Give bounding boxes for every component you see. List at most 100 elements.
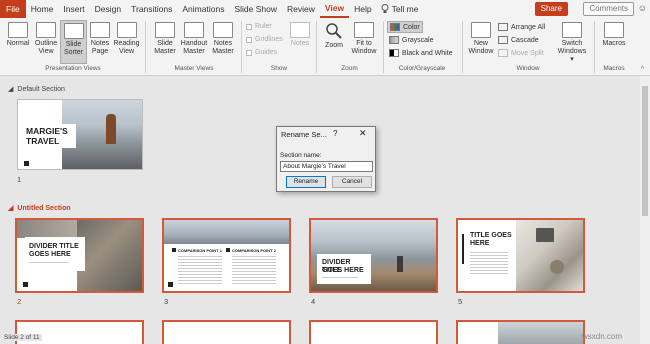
black-and-white-button[interactable]: Black and White — [389, 49, 453, 57]
fit-to-window-button[interactable]: Fit to Window — [349, 22, 379, 62]
slide-title-line-2: GOES HERE — [322, 267, 364, 274]
feedback-smiley-icon[interactable]: ☺ — [638, 3, 647, 13]
tab-transitions[interactable]: Transitions — [126, 0, 177, 18]
slide-thumbnail-4[interactable]: DIVIDER TITLE GOES HERE — [309, 218, 438, 293]
ribbon-separator — [594, 21, 595, 73]
normal-view-button[interactable]: Normal — [4, 22, 32, 62]
slide-logo — [24, 161, 29, 166]
color-button[interactable]: Color — [387, 21, 423, 33]
cascade-button[interactable]: Cascade — [498, 36, 539, 44]
comments-button[interactable]: Comments — [583, 2, 634, 16]
slide-thumbnail-2[interactable]: DIVIDER TITLE GOES HERE — [15, 218, 144, 293]
grayscale-button[interactable]: Grayscale — [389, 36, 434, 44]
ribbon-separator — [241, 21, 242, 73]
checkbox-icon — [246, 23, 252, 30]
slide-thumbnail-3[interactable]: COMPARISON POINT 1 COMPARISON POINT 2 — [162, 218, 291, 293]
slide-thumbnail-8[interactable] — [309, 320, 438, 344]
normal-view-icon — [8, 22, 28, 38]
share-label: Share — [540, 4, 562, 13]
sorter-label-1: Slide — [65, 41, 82, 48]
section-header-default[interactable]: ◢ Default Section — [8, 85, 65, 94]
tab-insert[interactable]: Insert — [58, 0, 89, 18]
slide-photo-person — [397, 256, 403, 272]
notes-page-label-1: Notes — [90, 40, 110, 47]
tab-animations[interactable]: Animations — [177, 0, 229, 18]
tab-slide-show[interactable]: Slide Show — [229, 0, 282, 18]
slide-sorter-button[interactable]: Slide Sorter — [60, 20, 87, 64]
move-split-button[interactable]: Move Split — [498, 49, 544, 57]
ribbon-separator — [316, 21, 317, 73]
tab-design[interactable]: Design — [90, 0, 126, 18]
slide-thumbnail-7[interactable] — [162, 320, 291, 344]
outline-view-icon — [36, 22, 56, 38]
group-zoom: Zoom — [341, 65, 358, 72]
section-name-input[interactable] — [280, 161, 373, 172]
section-name-untitled: Untitled Section — [17, 204, 71, 212]
arrange-all-button[interactable]: Arrange All — [498, 23, 545, 31]
fit-label-1: Fit to — [356, 40, 372, 47]
arrange-all-icon — [498, 23, 508, 31]
group-color-grayscale: Color/Grayscale — [398, 65, 446, 72]
watermark: wsxdn.com — [582, 332, 623, 341]
group-window: Window — [516, 65, 540, 72]
slide-number: 3 — [164, 297, 169, 306]
tab-home[interactable]: Home — [26, 0, 59, 18]
guides-label: Guides — [255, 49, 278, 56]
share-button[interactable]: Share — [534, 2, 568, 16]
tab-help[interactable]: Help — [349, 0, 376, 18]
macros-icon — [604, 22, 624, 38]
grayscale-icon — [389, 36, 399, 44]
switch-windows-button[interactable]: Switch Windows ▾ — [556, 22, 588, 63]
notes-page-button[interactable]: Notes Page — [88, 22, 112, 62]
section-header-untitled[interactable]: ◢ Untitled Section — [8, 204, 71, 213]
macros-label: Macros — [602, 40, 626, 47]
reading-label-1: Reading — [113, 40, 140, 47]
close-icon[interactable]: ✕ — [359, 128, 367, 139]
slide-photo — [77, 220, 142, 291]
new-window-button[interactable]: New Window — [466, 22, 496, 62]
slide-master-label-2: Master — [154, 48, 176, 55]
outline-view-button[interactable]: Outline View — [33, 22, 59, 62]
guides-checkbox[interactable]: Guides — [246, 49, 277, 56]
notes-master-button[interactable]: Notes Master — [210, 22, 236, 62]
slide-thumbnail-9[interactable] — [456, 320, 585, 344]
tell-me-label: Tell me — [391, 4, 419, 14]
rename-button[interactable]: Rename — [286, 176, 326, 188]
reading-label-2: View — [118, 48, 135, 55]
notes-label: Notes — [290, 40, 310, 47]
slide-sorter-pane: ◢ Default Section MARGIE'S TRAVEL 1 ◢ Unti… — [0, 76, 640, 344]
cancel-button[interactable]: Cancel — [332, 176, 372, 188]
zoom-button[interactable]: Zoom — [321, 22, 347, 62]
slide-thumbnail-1[interactable]: MARGIE'S TRAVEL — [17, 99, 143, 170]
color-icon — [390, 23, 400, 31]
handout-master-icon — [184, 22, 204, 38]
group-show: Show — [270, 65, 288, 72]
notes-button[interactable]: Notes — [288, 22, 312, 62]
help-icon[interactable]: ? — [333, 129, 337, 138]
slide-master-button[interactable]: Slide Master — [152, 22, 178, 62]
move-split-icon — [498, 49, 508, 57]
new-window-icon — [471, 22, 491, 38]
notes-page-label-2: Page — [91, 48, 109, 55]
tab-file[interactable]: File — [0, 0, 26, 18]
tell-me-search[interactable]: Tell me — [381, 0, 419, 18]
scrollbar-thumb[interactable] — [642, 86, 648, 216]
notes-page-icon — [90, 22, 110, 38]
section-name-label: Section name: — [280, 152, 322, 159]
handout-master-button[interactable]: Handout Master — [179, 22, 209, 62]
tab-review[interactable]: Review — [282, 0, 320, 18]
slide-sorter-icon — [63, 23, 84, 39]
cascade-icon — [498, 36, 508, 44]
collapse-ribbon-icon[interactable]: ^ — [641, 66, 644, 73]
ruler-checkbox[interactable]: Ruler — [246, 23, 272, 30]
reading-view-button[interactable]: Reading View — [113, 22, 140, 62]
slide-thumbnail-5[interactable]: TITLE GOES HERE — [456, 218, 585, 293]
tab-view[interactable]: View — [319, 0, 350, 18]
new-window-label-1: New — [473, 40, 488, 47]
normal-label: Normal — [6, 40, 30, 47]
checkbox-icon — [246, 36, 252, 43]
slide-text-lines — [232, 256, 276, 286]
macros-button[interactable]: Macros — [599, 22, 629, 62]
gridlines-checkbox[interactable]: Gridlines — [246, 36, 283, 43]
slide-title-line-1: DIVIDER TITLE — [29, 243, 79, 250]
